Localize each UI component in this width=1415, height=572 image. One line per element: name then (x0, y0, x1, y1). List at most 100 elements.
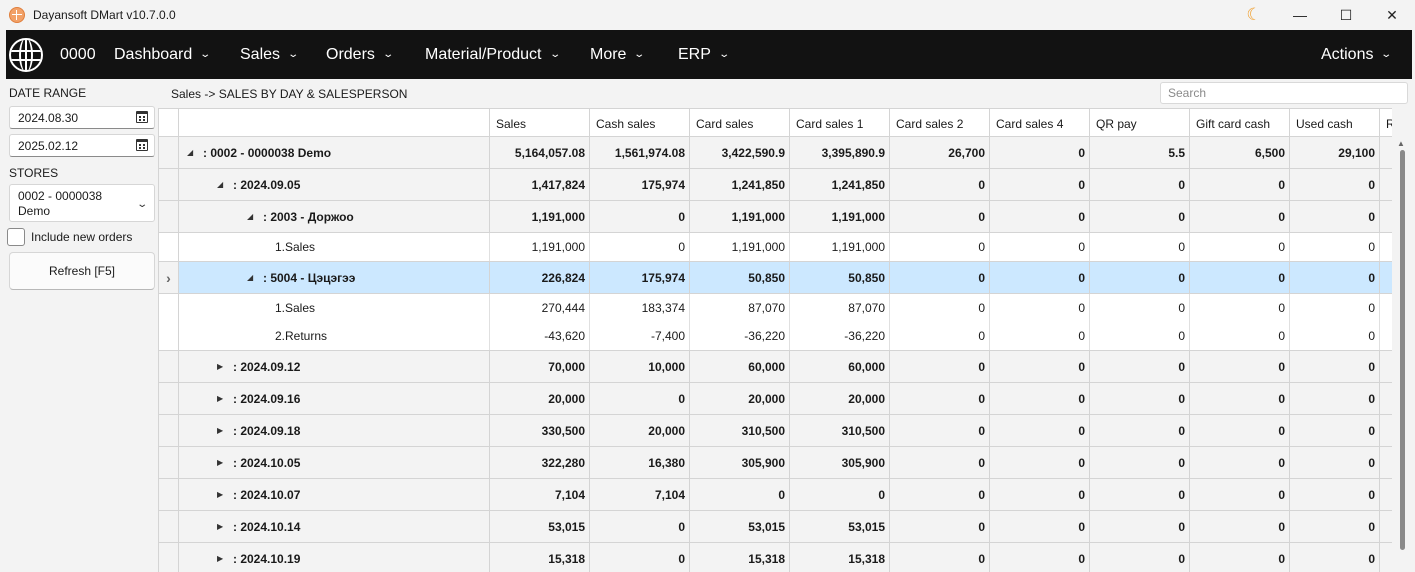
collapse-triangle-icon[interactable]: ◢ (247, 273, 257, 282)
group-row[interactable]: ▶: 2024.10.14 53,015 0 53,015 53,015 0 0 0 0 0 (159, 511, 1392, 543)
column-header[interactable]: Gift card cash (1190, 109, 1290, 137)
value-cell: 53,015 (690, 511, 790, 542)
nav-sales[interactable]: Sales ⌄ (240, 30, 299, 79)
nav-material-product[interactable]: Material/Product ⌄ (425, 30, 561, 79)
row-selector[interactable] (159, 294, 179, 322)
row-selector[interactable] (159, 233, 179, 261)
table-row[interactable]: 1.Sales 1,191,000 0 1,191,000 1,191,000 0 0 0 0 0 (159, 233, 1392, 262)
expand-triangle-icon[interactable]: ▶ (217, 362, 227, 371)
calendar-icon[interactable] (136, 139, 148, 151)
refresh-button[interactable]: Refresh [F5] (9, 252, 155, 290)
group-row[interactable]: ▶: 2024.10.05 322,280 16,380 305,900 305,900… (159, 447, 1392, 479)
row-name: : 2024.10.07 (233, 487, 301, 502)
row-selector[interactable] (159, 447, 179, 478)
value-cell: 60,000 (690, 351, 790, 382)
group-row[interactable]: ◢: 2003 - Доржоо 1,191,000 0 1,191,000 1,191… (159, 201, 1392, 233)
value-cell: 29,100 (1290, 137, 1380, 168)
group-row[interactable]: ▶: 2024.09.18 330,500 20,000 310,500 310,500… (159, 415, 1392, 447)
column-header[interactable]: Card sales 2 (890, 109, 990, 137)
value-cell: 0 (1290, 383, 1380, 414)
expand-triangle-icon[interactable]: ▶ (217, 522, 227, 531)
globe-logo-icon[interactable] (9, 37, 43, 72)
collapse-triangle-icon[interactable]: ◢ (217, 180, 227, 189)
nav-orders[interactable]: Orders ⌄ (326, 30, 394, 79)
maximize-button[interactable]: ☐ (1323, 0, 1369, 30)
row-selector[interactable] (159, 201, 179, 232)
value-cell: 226,824 (490, 262, 590, 293)
column-header[interactable]: Card sales 1 (790, 109, 890, 137)
window-title: Dayansoft DMart v10.7.0.0 (33, 8, 176, 22)
date-to-picker[interactable]: 2025.02.12 (9, 134, 155, 157)
scroll-up-icon[interactable]: ▲ (1397, 139, 1405, 148)
group-row[interactable]: › ◢: 5004 - Цэцэгээ 226,824 175,974 50,850 50… (159, 262, 1392, 294)
column-header[interactable]: QR pay (1090, 109, 1190, 137)
value-cell: 0 (1090, 233, 1190, 261)
vertical-scrollbar[interactable]: ▲ (1392, 136, 1412, 572)
nav-dashboard[interactable]: Dashboard ⌄ (114, 30, 211, 79)
group-row[interactable]: ▶: 2024.10.19 15,318 0 15,318 15,318 0 0 0 0 0 (159, 543, 1392, 572)
value-cell: 70,000 (490, 351, 590, 382)
column-header[interactable]: Sales (490, 109, 590, 137)
row-selector[interactable] (159, 169, 179, 200)
row-selector[interactable] (159, 543, 179, 572)
expand-triangle-icon[interactable]: ▶ (217, 394, 227, 403)
scrollbar-thumb[interactable] (1400, 150, 1405, 550)
minimize-button[interactable]: — (1277, 0, 1323, 30)
date-from-picker[interactable]: 2024.08.30 (9, 106, 155, 129)
group-row[interactable]: ▶: 2024.09.16 20,000 0 20,000 20,000 0 0 0 0 0 (159, 383, 1392, 415)
include-new-orders-label[interactable]: Include new orders (31, 230, 132, 244)
collapse-triangle-icon[interactable]: ◢ (187, 148, 197, 157)
value-cell: 1,561,974.08 (590, 137, 690, 168)
row-name: 2.Returns (275, 329, 328, 343)
row-selector[interactable] (159, 322, 179, 350)
table-row[interactable]: 1.Sales 270,444 183,374 87,070 87,070 0 0 0 0 0 (159, 294, 1392, 322)
header-name-column[interactable] (179, 109, 490, 137)
store-select[interactable]: 0002 - 0000038 Demo ⌄ (9, 184, 155, 222)
value-cell: -43,620 (490, 322, 590, 350)
calendar-icon[interactable] (136, 111, 148, 123)
current-row-indicator-icon[interactable]: › (159, 262, 179, 293)
row-selector[interactable] (159, 415, 179, 446)
nav-actions[interactable]: Actions ⌄ (1321, 30, 1393, 79)
row-selector[interactable] (159, 383, 179, 414)
group-row[interactable]: ◢: 2024.09.05 1,417,824 175,974 1,241,850 1,… (159, 169, 1392, 201)
column-header[interactable]: Card sales 4 (990, 109, 1090, 137)
column-header[interactable]: Cash sales (590, 109, 690, 137)
store-line-1: 0002 - 0000038 (18, 189, 103, 203)
group-row[interactable]: ◢: 0002 - 0000038 Demo 5,164,057.08 1,561,… (159, 137, 1392, 169)
close-button[interactable]: ✕ (1369, 0, 1415, 30)
include-new-orders-checkbox[interactable] (7, 228, 25, 246)
value-cell: 0 (990, 447, 1090, 478)
value-cell: 7,104 (490, 479, 590, 510)
theme-toggle-moon-icon[interactable]: ☾ (1231, 0, 1277, 30)
include-new-orders-row[interactable]: Include new orders (7, 228, 132, 246)
store-code[interactable]: 0000 (60, 46, 96, 64)
expand-triangle-icon[interactable]: ▶ (217, 490, 227, 499)
value-cell: 0 (1090, 383, 1190, 414)
row-selector[interactable] (159, 479, 179, 510)
value-cell: 3,395,890.9 (790, 137, 890, 168)
expand-triangle-icon[interactable]: ▶ (217, 554, 227, 563)
row-name-cell: ▶: 2024.10.05 (179, 447, 490, 478)
nav-erp[interactable]: ERP ⌄ (678, 30, 730, 79)
collapse-triangle-icon[interactable]: ◢ (247, 212, 257, 221)
value-cell: -7,400 (590, 322, 690, 350)
group-row[interactable]: ▶: 2024.09.12 70,000 10,000 60,000 60,000 0 0 0… (159, 351, 1392, 383)
row-selector[interactable] (159, 511, 179, 542)
row-selector[interactable] (159, 137, 179, 168)
column-header[interactable]: R (1380, 109, 1392, 137)
column-header[interactable]: Card sales (690, 109, 790, 137)
search-input[interactable]: Search (1160, 82, 1408, 104)
nav-more[interactable]: More ⌄ (590, 30, 646, 79)
value-cell: 87,070 (790, 294, 890, 322)
column-header[interactable]: Used cash (1290, 109, 1380, 137)
group-row[interactable]: ▶: 2024.10.07 7,104 7,104 0 0 0 0 0 0 0 (159, 479, 1392, 511)
value-cell: 50,850 (690, 262, 790, 293)
row-selector[interactable] (159, 351, 179, 382)
table-row[interactable]: 2.Returns -43,620 -7,400 -36,220 -36,220 0 0 0 0… (159, 322, 1392, 351)
value-cell: 0 (1190, 479, 1290, 510)
expand-triangle-icon[interactable]: ▶ (217, 458, 227, 467)
expand-triangle-icon[interactable]: ▶ (217, 426, 227, 435)
value-cell: 0 (790, 479, 890, 510)
value-cell: 3,422,590.9 (690, 137, 790, 168)
